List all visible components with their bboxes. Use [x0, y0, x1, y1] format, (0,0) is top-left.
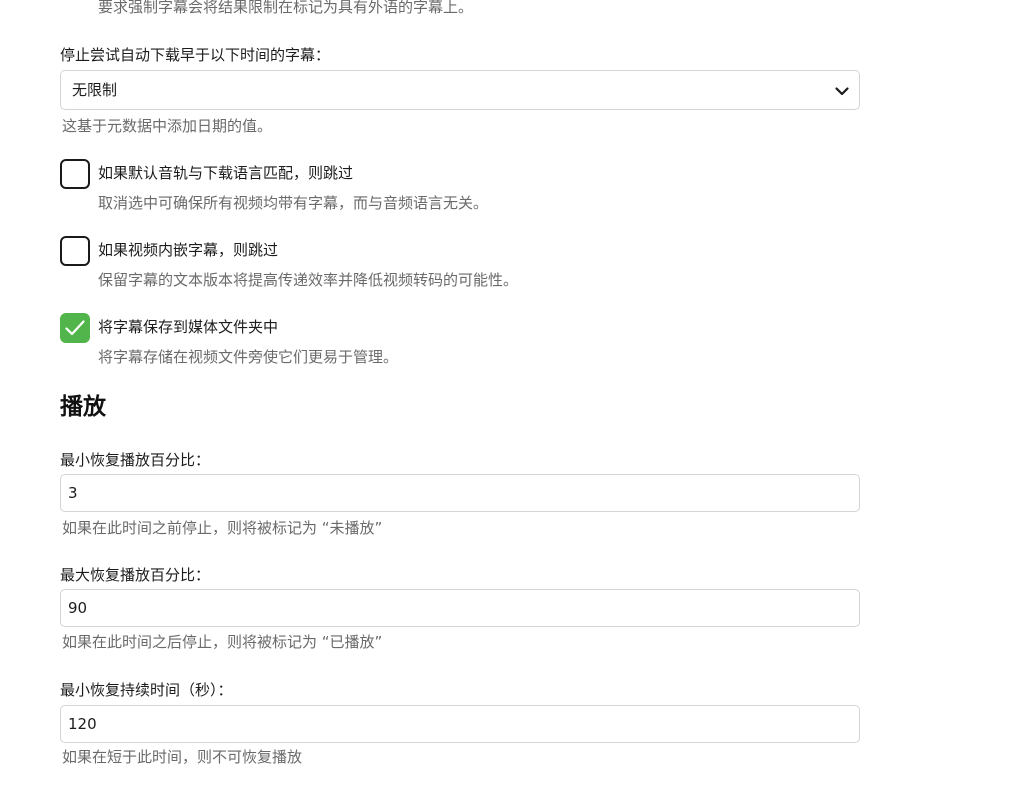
chevron-down-icon: [835, 87, 849, 96]
min-resume-duration-hint: 如果在短于此时间，则不可恢复播放: [62, 748, 303, 766]
stop-download-hint: 这基于元数据中添加日期的值。: [62, 117, 273, 135]
stop-download-label: 停止尝试自动下载早于以下时间的字幕：: [60, 46, 331, 64]
min-resume-duration-input[interactable]: [60, 705, 860, 743]
min-resume-pct-hint: 如果在此时间之前停止，则将被标记为 “未播放”: [62, 519, 383, 537]
stop-download-select[interactable]: 无限制: [60, 70, 860, 110]
min-resume-duration-label: 最小恢复持续时间（秒）：: [60, 681, 233, 699]
forced-subtitles-hint: 要求强制字幕会将结果限制在标记为具有外语的字幕上。: [98, 0, 474, 16]
settings-page: 要求强制字幕会将结果限制在标记为具有外语的字幕上。 停止尝试自动下载早于以下时间…: [0, 0, 1034, 804]
save-with-media-label[interactable]: 将字幕保存到媒体文件夹中: [98, 317, 278, 337]
max-resume-pct-label: 最大恢复播放百分比：: [60, 566, 211, 584]
skip-if-audio-match-hint: 取消选中可确保所有视频均带有字幕，而与音频语言无关。: [98, 194, 489, 212]
skip-if-embedded-label[interactable]: 如果视频内嵌字幕，则跳过: [98, 240, 278, 260]
max-resume-pct-hint: 如果在此时间之后停止，则将被标记为 “已播放”: [62, 633, 383, 651]
stop-download-select-value: 无限制: [72, 81, 118, 99]
checkmark-icon: [65, 320, 85, 336]
skip-if-audio-match-label[interactable]: 如果默认音轨与下载语言匹配，则跳过: [98, 163, 353, 183]
skip-if-embedded-checkbox[interactable]: [60, 236, 90, 266]
save-with-media-checkbox[interactable]: [60, 313, 90, 343]
skip-if-audio-match-checkbox[interactable]: [60, 159, 90, 189]
min-resume-pct-label: 最小恢复播放百分比：: [60, 451, 211, 469]
max-resume-pct-input[interactable]: [60, 589, 860, 627]
save-with-media-hint: 将字幕存储在视频文件旁使它们更易于管理。: [98, 348, 399, 366]
skip-if-embedded-hint: 保留字幕的文本版本将提高传递效率并降低视频转码的可能性。: [98, 271, 519, 289]
min-resume-pct-input[interactable]: [60, 474, 860, 512]
playback-heading: 播放: [60, 394, 106, 420]
